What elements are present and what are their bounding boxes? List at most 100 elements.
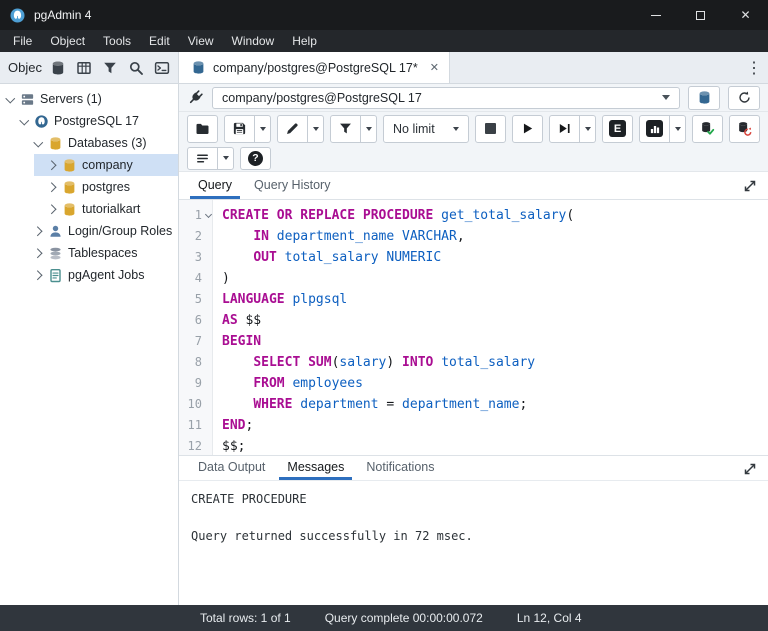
- expand-editor-icon[interactable]: [742, 178, 758, 194]
- menu-window[interactable]: Window: [223, 34, 284, 48]
- bar-chart-icon: [646, 120, 663, 137]
- chevron-right-icon[interactable]: [48, 205, 57, 214]
- limit-select[interactable]: No limit: [383, 114, 469, 143]
- code-line[interactable]: LANGUAGE plpgsql: [222, 289, 768, 310]
- filter-options-button[interactable]: [361, 114, 377, 143]
- commit-button[interactable]: [692, 114, 723, 143]
- search-objects-button[interactable]: [124, 56, 149, 80]
- tree-item-company[interactable]: company: [0, 154, 178, 176]
- tree-item-databases-3-[interactable]: Databases (3): [0, 132, 178, 154]
- editor-gutter: 1 2 3 4 5 6 7 8 9 10 11 12: [179, 200, 213, 455]
- code-line[interactable]: SELECT SUM(salary) INTO total_salary: [222, 352, 768, 373]
- menu-file[interactable]: File: [4, 34, 41, 48]
- save-options-button[interactable]: [255, 114, 271, 143]
- tab-query-tool[interactable]: company/postgres@PostgreSQL 17* ✕: [179, 52, 450, 83]
- tree-item-postgres[interactable]: postgres: [0, 176, 178, 198]
- menu-view[interactable]: View: [179, 34, 223, 48]
- filter-split-button: [330, 114, 377, 143]
- code-line[interactable]: OUT total_salary NUMERIC: [222, 247, 768, 268]
- search-icon: [128, 60, 144, 76]
- sql-editor[interactable]: 1 2 3 4 5 6 7 8 9 10 11 12 CREATE OR REPLACE PROCED…: [179, 200, 768, 455]
- explain-analyze-button[interactable]: [639, 114, 670, 143]
- macro-button[interactable]: [187, 146, 218, 170]
- save-icon: [232, 121, 247, 136]
- execute-script-button[interactable]: [549, 114, 580, 143]
- filtered-rows-button[interactable]: [98, 56, 123, 80]
- folder-icon: [195, 121, 210, 136]
- close-icon: ✕: [740, 8, 751, 22]
- tab-close-icon[interactable]: ✕: [430, 61, 439, 74]
- code-line[interactable]: FROM employees: [222, 373, 768, 394]
- execute-options-button[interactable]: [580, 114, 596, 143]
- reset-layout-button[interactable]: [728, 85, 760, 110]
- tree-item-servers-1-[interactable]: Servers (1): [0, 88, 178, 110]
- tree-item-postgresql-17[interactable]: PostgreSQL 17: [0, 110, 178, 132]
- edit-options-button[interactable]: [308, 114, 324, 143]
- line-number: 8: [194, 355, 202, 369]
- chevron-right-icon[interactable]: [48, 161, 57, 170]
- code-line[interactable]: END;: [222, 415, 768, 436]
- explain-button[interactable]: E: [602, 114, 633, 143]
- tree-item-tutorialkart[interactable]: tutorialkart: [0, 198, 178, 220]
- tree-item-login-group-roles[interactable]: Login/Group Roles: [0, 220, 178, 242]
- connection-select[interactable]: company/postgres@PostgreSQL 17: [212, 86, 680, 109]
- chevron-down-icon: [662, 95, 670, 100]
- filter-button[interactable]: [330, 114, 361, 143]
- chevron-right-icon[interactable]: [48, 183, 57, 192]
- open-file-button[interactable]: [187, 114, 218, 143]
- chevron-down-icon: [365, 126, 372, 131]
- code-line[interactable]: $$;: [222, 436, 768, 455]
- tab-messages[interactable]: Messages: [276, 456, 355, 480]
- code-line[interactable]: IN department_name VARCHAR,: [222, 226, 768, 247]
- status-cursor-position: Ln 12, Col 4: [516, 611, 582, 625]
- tab-query-history[interactable]: Query History: [243, 172, 341, 199]
- maximize-button[interactable]: [678, 0, 723, 30]
- chevron-right-icon[interactable]: [34, 227, 43, 236]
- tab-notifications[interactable]: Notifications: [355, 456, 445, 480]
- edit-button[interactable]: [277, 114, 308, 143]
- chevron-down-icon[interactable]: [34, 139, 43, 148]
- object-explorer-tree[interactable]: Servers (1) PostgreSQL 17 Databases (3) com…: [0, 84, 179, 605]
- editor-code[interactable]: CREATE OR REPLACE PROCEDURE get_total_sa…: [213, 200, 768, 455]
- view-data-button[interactable]: [72, 56, 97, 80]
- object-explorer-title: Objec: [8, 60, 42, 75]
- macro-options-button[interactable]: [218, 146, 234, 170]
- code-line[interactable]: AS $$: [222, 310, 768, 331]
- expand-output-icon[interactable]: [742, 461, 758, 477]
- chevron-down-icon: [222, 156, 229, 160]
- execute-button[interactable]: [512, 114, 543, 143]
- chevron-down-icon[interactable]: [6, 95, 15, 104]
- menu-tools[interactable]: Tools: [94, 34, 140, 48]
- menu-edit[interactable]: Edit: [140, 34, 179, 48]
- chevron-down-icon[interactable]: [20, 117, 29, 126]
- stop-button[interactable]: [475, 114, 506, 143]
- chevron-down-icon: [674, 126, 681, 131]
- code-line[interactable]: BEGIN: [222, 331, 768, 352]
- save-button[interactable]: [224, 114, 255, 143]
- close-button[interactable]: ✕: [723, 0, 768, 30]
- tree-item-tablespaces[interactable]: Tablespaces: [0, 242, 178, 264]
- explain-icon: E: [609, 120, 626, 137]
- help-button[interactable]: ?: [240, 146, 271, 170]
- chevron-right-icon[interactable]: [34, 271, 43, 280]
- chevron-down-icon: [259, 126, 266, 131]
- layout-menu-button[interactable]: ⋮: [740, 52, 768, 83]
- minimize-button[interactable]: [633, 0, 678, 30]
- tab-data-output[interactable]: Data Output: [187, 456, 276, 480]
- query-tool-button[interactable]: [46, 56, 71, 80]
- explain-options-button[interactable]: [670, 114, 686, 143]
- tree-item-pgagent-jobs[interactable]: pgAgent Jobs: [0, 264, 178, 286]
- code-line[interactable]: ): [222, 268, 768, 289]
- chevron-right-icon[interactable]: [34, 249, 43, 258]
- menu-object[interactable]: Object: [41, 34, 94, 48]
- code-line[interactable]: WHERE department = department_name;: [222, 394, 768, 415]
- new-connection-button[interactable]: [688, 85, 720, 110]
- window-controls: ✕: [633, 0, 768, 30]
- menu-help[interactable]: Help: [283, 34, 326, 48]
- code-line[interactable]: CREATE OR REPLACE PROCEDURE get_total_sa…: [222, 205, 768, 226]
- fold-chevron-icon[interactable]: [204, 210, 213, 219]
- execute-options-split: [549, 114, 596, 143]
- tab-query[interactable]: Query: [187, 172, 243, 199]
- psql-tool-button[interactable]: [150, 56, 175, 80]
- rollback-button[interactable]: [729, 114, 760, 143]
